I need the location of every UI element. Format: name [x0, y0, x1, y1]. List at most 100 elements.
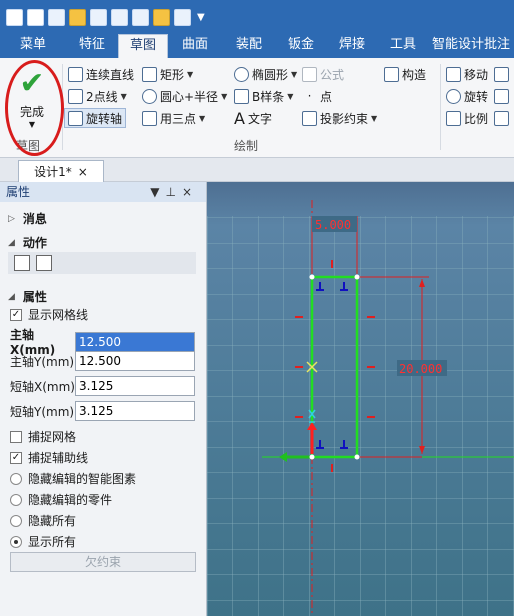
tab-feature[interactable]: 特征 — [66, 34, 118, 58]
ribbon-overflow-tool[interactable] — [494, 64, 509, 84]
checkbox-unchecked-icon — [10, 430, 22, 443]
construct-tool[interactable]: 构造 — [384, 64, 426, 84]
point-tool[interactable]: · 点 — [302, 86, 332, 106]
tab-welding[interactable]: 焊接 — [326, 34, 378, 58]
snap-grid-checkbox[interactable]: 捕捉网格 — [10, 428, 76, 445]
radio-show-all[interactable]: 显示所有 — [10, 533, 76, 550]
rectangle-tool[interactable]: 矩形 ▼ — [142, 64, 193, 84]
field-label: 短轴Y(mm) — [10, 404, 75, 419]
chevron-down-icon: ▼ — [287, 91, 294, 101]
document-tab[interactable]: 设计1* × — [18, 160, 104, 182]
pin-icon[interactable]: ⊥ — [165, 185, 181, 199]
text-icon: A — [234, 108, 245, 128]
radio-icon — [10, 472, 22, 485]
circle-icon — [142, 88, 157, 104]
scale-tool[interactable]: 比例 — [446, 108, 488, 128]
two-point-label: 2点线 — [86, 89, 118, 104]
vertex-point[interactable] — [309, 454, 315, 460]
rotate-label: 旋转 — [464, 89, 489, 104]
undo-icon[interactable] — [111, 8, 128, 26]
radio-hide-smart[interactable]: 隐藏编辑的智能图素 — [10, 470, 136, 487]
light-icon[interactable] — [174, 8, 191, 26]
section-properties-label: 属性 — [22, 290, 47, 304]
new-icon[interactable] — [36, 255, 52, 271]
ellipse-label: 椭圆形 — [252, 67, 289, 82]
scale-icon — [446, 110, 461, 126]
sketch-viewport[interactable]: 5.000 20.000 — [207, 182, 514, 616]
formula-label: 公式 — [320, 67, 345, 82]
dim-height-text[interactable]: 20.000 — [399, 362, 442, 376]
tab-sketch[interactable]: 草图 — [118, 34, 168, 58]
bspline-tool[interactable]: B样条 ▼ — [234, 86, 293, 106]
minor-x-input[interactable] — [75, 376, 195, 396]
tab-menu[interactable]: 菜单 — [0, 34, 66, 58]
apply-icon[interactable] — [14, 255, 30, 271]
radio-hide-all[interactable]: 隐藏所有 — [10, 512, 76, 529]
ellipse-icon — [234, 66, 249, 82]
tab-smart-annotation[interactable]: 智能设计批注 — [428, 34, 514, 58]
construct-icon — [384, 66, 399, 82]
rectangle-icon — [142, 66, 157, 82]
text-label: 文字 — [247, 111, 272, 126]
tab-surface[interactable]: 曲面 — [168, 34, 222, 58]
three-point-arc-tool[interactable]: 用三点 ▼ — [142, 108, 205, 128]
new-drawing-icon[interactable] — [27, 8, 44, 26]
chevron-down-icon[interactable]: ▼ — [150, 185, 165, 199]
polyline-icon — [68, 66, 83, 82]
dim-width-text[interactable]: 5.000 — [315, 218, 351, 232]
construct-label: 构造 — [402, 67, 427, 82]
redo-icon[interactable] — [132, 8, 149, 26]
radio-label: 隐藏编辑的智能图素 — [28, 472, 137, 486]
radio-hide-part[interactable]: 隐藏编辑的零件 — [10, 491, 112, 508]
ribbon-overflow-tool[interactable] — [494, 86, 509, 106]
open-folder-icon[interactable] — [69, 8, 86, 26]
projection-constraint-tool[interactable]: 投影约束 ▼ — [302, 108, 377, 128]
polyline-tool[interactable]: 连续直线 — [68, 64, 134, 84]
chevron-down-icon: ◢ — [8, 291, 15, 302]
ribbon-overflow-tool[interactable] — [494, 108, 509, 128]
field-major-y: 主轴Y(mm) — [10, 351, 195, 371]
snap-aux-checkbox[interactable]: ✓ 捕捉辅助线 — [10, 449, 88, 466]
new-file-icon[interactable] — [6, 8, 23, 26]
action-toolbar — [8, 252, 196, 274]
field-minor-y: 短轴Y(mm) — [10, 401, 195, 421]
snap-aux-label: 捕捉辅助线 — [28, 451, 89, 465]
vertex-point[interactable] — [354, 274, 360, 280]
circle-center-radius-tool[interactable]: 圆心+半径 ▼ — [142, 86, 227, 106]
tab-sheet-metal[interactable]: 钣金 — [276, 34, 326, 58]
text-tool[interactable]: A 文字 — [234, 108, 272, 128]
ribbon-divider — [440, 64, 441, 150]
ellipse-tool[interactable]: 椭圆形 ▼ — [234, 64, 297, 84]
rotate-axis-tool[interactable]: 旋转轴 — [64, 108, 127, 128]
close-icon[interactable]: × — [182, 185, 198, 199]
under-constraint-button[interactable]: 欠约束 — [10, 552, 196, 572]
tab-assembly[interactable]: 装配 — [222, 34, 276, 58]
show-grid-checkbox[interactable]: ✓ 显示网格线 — [10, 306, 88, 323]
section-action[interactable]: ◢ 动作 — [8, 234, 47, 251]
two-point-line-tool[interactable]: 2点线 ▼ — [68, 86, 127, 106]
save-icon[interactable] — [90, 8, 107, 26]
rotate-axis-label: 旋转轴 — [86, 111, 123, 126]
section-properties[interactable]: ◢ 属性 — [8, 288, 47, 305]
section-message[interactable]: ▷ 消息 — [8, 210, 47, 227]
customize-dropdown-icon[interactable]: ▼ — [197, 12, 205, 23]
rotate-tool[interactable]: 旋转 — [446, 86, 488, 106]
line-icon — [68, 88, 83, 104]
vertex-point[interactable] — [309, 274, 315, 280]
tab-tools[interactable]: 工具 — [378, 34, 428, 58]
vertex-point[interactable] — [354, 454, 360, 460]
properties-panel: 属性 ▼⊥× ▷消息 ◢动作 ◢属性 ✓显示网格线 主轴X(mm) 主轴Y(mm… — [0, 182, 207, 616]
major-y-input[interactable] — [75, 351, 195, 371]
three-point-label: 用三点 — [160, 111, 197, 126]
panel-header: 属性 ▼⊥× — [0, 182, 206, 202]
move-tool[interactable]: 移动 — [446, 64, 488, 84]
polyline-label: 连续直线 — [86, 67, 135, 82]
formula-tool[interactable]: 公式 — [302, 64, 344, 84]
close-icon[interactable]: × — [78, 165, 88, 179]
render-icon[interactable] — [153, 8, 170, 26]
major-x-input[interactable] — [75, 331, 195, 352]
sketch-canvas[interactable]: 5.000 20.000 — [207, 182, 514, 616]
section-action-label: 动作 — [22, 236, 47, 250]
open-recent-icon[interactable] — [48, 8, 65, 26]
minor-y-input[interactable] — [75, 401, 195, 421]
